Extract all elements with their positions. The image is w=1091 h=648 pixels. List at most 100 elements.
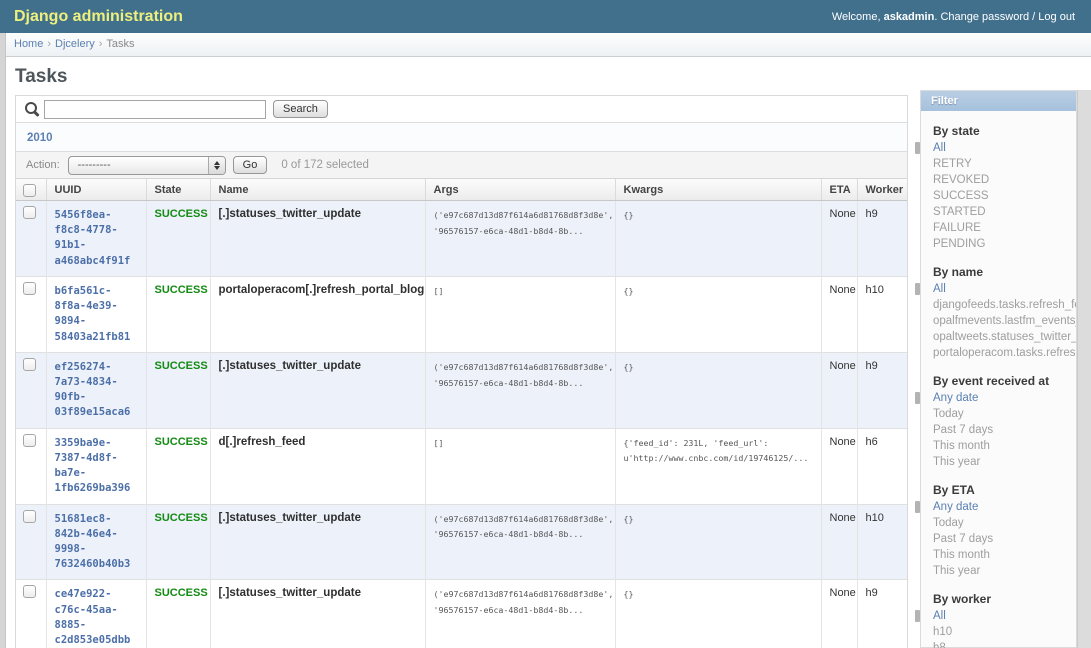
task-uuid-link[interactable]: 3359ba9e-7387-4d8f-ba7e-1fb6269ba396 [55, 436, 138, 497]
date-hierarchy-year-link[interactable]: 2010 [27, 132, 53, 144]
filter-group-title: By event received at [921, 374, 1076, 388]
filter-option-link[interactable]: FAILURE [921, 220, 1076, 236]
site-title-link[interactable]: Django administration [14, 8, 183, 26]
filter-option-link[interactable]: opaltweets.statuses_twitter_update [921, 329, 1076, 345]
table-row: 3359ba9e-7387-4d8f-ba7e-1fb6269ba396 SUC… [16, 428, 907, 504]
filter-option-link[interactable]: All [921, 140, 1076, 156]
filter-option-link[interactable]: This year [921, 563, 1076, 579]
column-header-kwargs[interactable]: Kwargs [615, 179, 821, 201]
filter-option-link[interactable]: This year [921, 454, 1076, 470]
table-row: b6fa561c-8f8a-4e39-9894-58403a21fb81 SUC… [16, 276, 907, 352]
top-bar: Django administration Welcome, askadmin.… [0, 0, 1091, 33]
filter-option-link[interactable]: Any date [921, 499, 1076, 515]
filter-group: By name All djangofeeds.tasks.refresh_fe… [921, 265, 1076, 361]
table-row: 51681ec8-842b-46e4-9998-7632460b40b3 SUC… [16, 504, 907, 580]
filter-option-link[interactable]: Today [921, 515, 1076, 531]
filter-group: By event received at Any date Today Past… [921, 374, 1076, 470]
task-worker-cell: h6 [857, 428, 907, 504]
task-name-cell: [.]statuses_twitter_update [210, 580, 425, 648]
search-button[interactable]: Search [273, 100, 328, 118]
task-eta-cell: None [821, 201, 857, 277]
task-state-cell: SUCCESS [146, 352, 210, 428]
state-badge: SUCCESS [155, 587, 208, 599]
search-bar: Search [16, 96, 907, 123]
column-header-state[interactable]: State [146, 179, 210, 201]
task-uuid-link[interactable]: 51681ec8-842b-46e4-9998-7632460b40b3 [55, 512, 138, 573]
filter-group-title: By ETA [921, 483, 1076, 497]
filter-option: Past 7 days [921, 531, 1076, 547]
filter-option-link[interactable]: opalfmevents.lastfm_events_update [921, 313, 1076, 329]
filter-option: This year [921, 563, 1076, 579]
filter-option: This month [921, 547, 1076, 563]
filter-option: All [921, 140, 1076, 156]
filter-option-link[interactable]: REVOKED [921, 172, 1076, 188]
task-state-cell: SUCCESS [146, 428, 210, 504]
task-uuid-cell: ce47e922-c76c-45aa-8885-c2d853e05dbb [46, 580, 146, 648]
filter-group-title: By worker [921, 592, 1076, 606]
breadcrumb: Home›Djcelery›Tasks [0, 33, 1091, 57]
select-all-header[interactable] [16, 179, 46, 201]
filter-option-link[interactable]: Past 7 days [921, 531, 1076, 547]
task-args-cell: ('e97c687d13d87f614a6d81768d8f3d8e', '96… [425, 352, 615, 428]
right-scrollbar-track[interactable] [1077, 90, 1091, 648]
task-uuid-link[interactable]: ce47e922-c76c-45aa-8885-c2d853e05dbb [55, 587, 138, 648]
filter-option-link[interactable]: SUCCESS [921, 188, 1076, 204]
filter-group: By worker All h10 h8 h6 [921, 592, 1076, 648]
search-input[interactable] [44, 100, 266, 119]
row-checkbox[interactable] [23, 585, 36, 598]
filter-option-link[interactable]: This month [921, 438, 1076, 454]
filter-group-title: By name [921, 265, 1076, 279]
task-uuid-link[interactable]: b6fa561c-8f8a-4e39-9894-58403a21fb81 [55, 284, 138, 345]
row-checkbox[interactable] [23, 358, 36, 371]
task-kwargs-cell: {'feed_id': 231L, 'feed_url': u'http://w… [615, 428, 821, 504]
breadcrumb-separator: › [47, 38, 51, 50]
column-header-worker[interactable]: Worker [857, 179, 907, 201]
task-uuid-cell: 3359ba9e-7387-4d8f-ba7e-1fb6269ba396 [46, 428, 146, 504]
logout-link[interactable]: Log out [1038, 11, 1075, 23]
column-header-name[interactable]: Name [210, 179, 425, 201]
go-button[interactable]: Go [233, 156, 268, 174]
task-worker-cell: h9 [857, 352, 907, 428]
column-header-uuid[interactable]: UUID [46, 179, 146, 201]
filter-option: h10 [921, 624, 1076, 640]
row-checkbox[interactable] [23, 434, 36, 447]
table-row: 5456f8ea-f8c8-4778-91b1-a468abc4f91f SUC… [16, 201, 907, 277]
state-badge: SUCCESS [155, 512, 208, 524]
task-worker-cell: h10 [857, 504, 907, 580]
filter-option-link[interactable]: h10 [921, 624, 1076, 640]
task-uuid-link[interactable]: ef256274-7a73-4834-90fb-03f89e15aca6 [55, 360, 138, 421]
row-checkbox[interactable] [23, 510, 36, 523]
row-select-cell [16, 580, 46, 648]
username: askadmin [884, 11, 935, 23]
action-select[interactable]: --------- [68, 156, 226, 175]
row-select-cell [16, 352, 46, 428]
filter-option-link[interactable]: This month [921, 547, 1076, 563]
filter-option-link[interactable]: h8 [921, 640, 1076, 648]
breadcrumb-djcelery[interactable]: Djcelery [55, 38, 95, 50]
filter-option-link[interactable]: portaloperacom.tasks.refresh_portal_blog [921, 345, 1076, 361]
filter-option: STARTED [921, 204, 1076, 220]
breadcrumb-home[interactable]: Home [14, 38, 43, 50]
filter-option-link[interactable]: Past 7 days [921, 422, 1076, 438]
filter-option: REVOKED [921, 172, 1076, 188]
select-all-checkbox[interactable] [23, 184, 36, 197]
column-header-args[interactable]: Args [425, 179, 615, 201]
filter-option-link[interactable]: All [921, 608, 1076, 624]
row-checkbox[interactable] [23, 282, 36, 295]
change-password-link[interactable]: Change password [940, 11, 1029, 23]
filter-option-link[interactable]: djangofeeds.tasks.refresh_feed [921, 297, 1076, 313]
row-checkbox[interactable] [23, 206, 36, 219]
filter-option-link[interactable]: STARTED [921, 204, 1076, 220]
column-header-eta[interactable]: ETA [821, 179, 857, 201]
task-uuid-cell: ef256274-7a73-4834-90fb-03f89e15aca6 [46, 352, 146, 428]
filter-option-link[interactable]: Today [921, 406, 1076, 422]
filter-option-link[interactable]: PENDING [921, 236, 1076, 252]
filter-option-link[interactable]: All [921, 281, 1076, 297]
filter-option-link[interactable]: Any date [921, 390, 1076, 406]
task-name-cell: portaloperacom[.]refresh_portal_blog [210, 276, 425, 352]
task-worker-cell: h9 [857, 201, 907, 277]
left-scrollbar-track[interactable] [0, 33, 6, 648]
filter-option-link[interactable]: RETRY [921, 156, 1076, 172]
welcome-text: Welcome, [832, 11, 884, 23]
task-uuid-link[interactable]: 5456f8ea-f8c8-4778-91b1-a468abc4f91f [55, 208, 138, 269]
